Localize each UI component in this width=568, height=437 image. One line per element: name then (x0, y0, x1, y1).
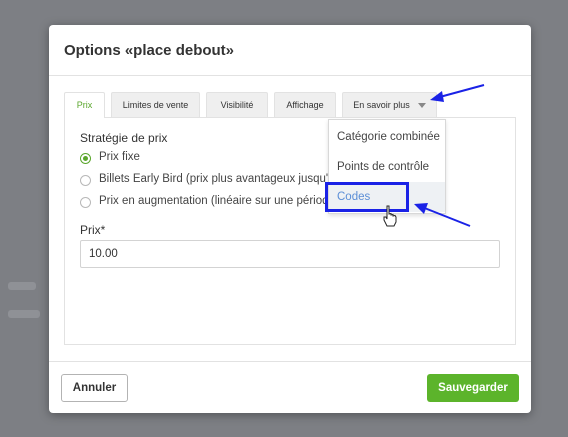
radio-button[interactable] (80, 175, 91, 186)
pricing-strategy-title: Stratégie de prix (80, 131, 168, 145)
price-label: Prix* (80, 223, 106, 237)
annotation-arrow-icon (414, 203, 471, 227)
save-button[interactable]: Sauvegarder (427, 374, 519, 402)
radio-label: Prix en augmentation (linéaire sur une p… (99, 195, 329, 207)
hand-pointer-icon (383, 205, 397, 227)
chevron-down-icon (417, 103, 426, 109)
cancel-button[interactable]: Annuler (61, 374, 128, 402)
radio-button[interactable] (80, 197, 91, 208)
tab-affichage[interactable]: Affichage (274, 92, 336, 117)
header-divider (49, 75, 531, 76)
dropdown-item-categorie-combinee[interactable]: Catégorie combinée (329, 122, 445, 152)
radio-button[interactable] (80, 153, 91, 164)
radio-label: Billets Early Bird (prix plus avantageux… (99, 173, 335, 185)
tab-limites-de-vente[interactable]: Limites de vente (111, 92, 200, 117)
tab-label: Prix (76, 100, 93, 110)
tab-visibilite[interactable]: Visibilité (206, 92, 268, 117)
annotation-arrow-icon (430, 84, 485, 102)
radio-label: Prix fixe (99, 151, 140, 163)
tab-label: Affichage (286, 100, 324, 110)
tab-label: Visibilité (220, 100, 254, 110)
tab-panel-prix: Stratégie de prix Prix fixe Billets Earl… (64, 117, 516, 345)
tab-label: Limites de vente (122, 100, 189, 110)
tab-en-savoir-plus[interactable]: En savoir plus (342, 92, 437, 117)
dialog-title: Options «place debout» (64, 42, 235, 59)
tab-prix[interactable]: Prix (64, 92, 105, 118)
tab-label: En savoir plus (353, 100, 410, 110)
footer-divider (49, 361, 531, 362)
dropdown-item-points-de-controle[interactable]: Points de contrôle (329, 152, 445, 182)
price-input[interactable]: 10.00 (80, 240, 500, 268)
